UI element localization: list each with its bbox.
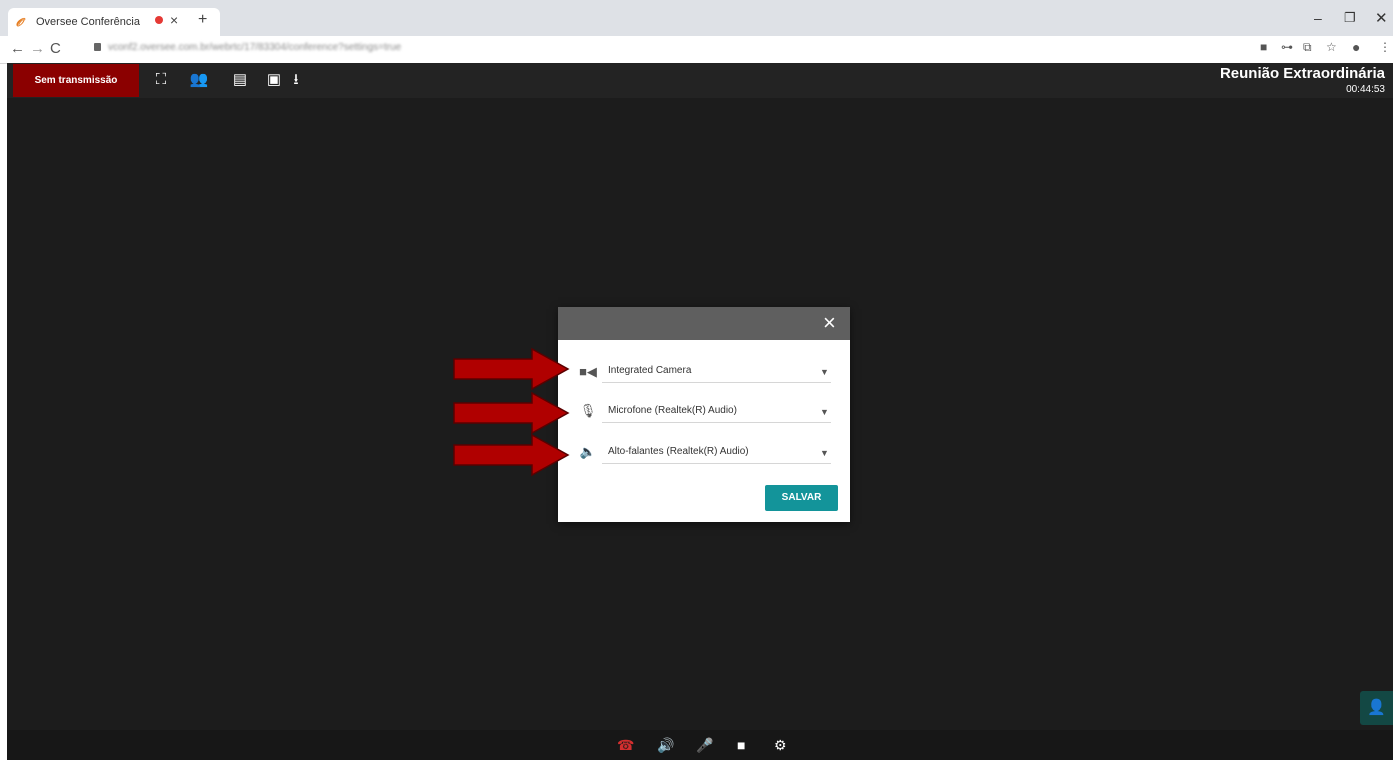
key-icon[interactable]: ⊶ xyxy=(1281,40,1293,54)
participants-icon[interactable]: 👥 xyxy=(187,68,211,92)
tab-title: Oversee Conferência xyxy=(36,16,140,28)
chevron-down-icon[interactable]: ▼ xyxy=(820,448,829,458)
reload-icon[interactable]: C xyxy=(50,40,61,57)
dialog-close-icon[interactable]: × xyxy=(823,310,836,336)
menu-icon[interactable]: ⋮ xyxy=(1379,40,1391,54)
chat-icon[interactable]: ▤ xyxy=(228,68,252,92)
forward-arrow-icon[interactable]: → xyxy=(30,40,45,57)
back-arrow-icon[interactable]: ← xyxy=(10,40,25,57)
meeting-timer: 00:44:53 xyxy=(1346,84,1385,95)
annotation-arrow-microphone xyxy=(453,391,570,435)
microphone-icon: 🎙 xyxy=(579,403,597,418)
dialog-header xyxy=(558,307,850,340)
add-participant-button[interactable]: 👤 xyxy=(1360,691,1393,725)
new-tab-button[interactable]: + xyxy=(198,11,207,29)
microphone-select-value: Microfone (Realtek(R) Audio) xyxy=(608,405,737,416)
camera-select-value: Integrated Camera xyxy=(608,365,692,376)
profile-icon[interactable]: ● xyxy=(1352,39,1360,55)
oversee-logo-icon: 𝓞 xyxy=(16,17,23,29)
present-screen-icon[interactable]: ▣ xyxy=(262,68,286,92)
download-icon[interactable]: ⭳ xyxy=(284,68,308,92)
speaker-icon[interactable]: 🔊 xyxy=(657,737,674,754)
lock-icon xyxy=(94,43,101,51)
conference-toolbar xyxy=(7,63,1393,98)
camera-extension-icon[interactable]: ■ xyxy=(1260,40,1267,54)
camera-icon[interactable]: ■ xyxy=(737,737,745,753)
translate-icon[interactable]: ⧉ xyxy=(1303,40,1312,55)
tab-close-icon[interactable]: × xyxy=(170,12,178,28)
url-text[interactable]: vconf2.oversee.com.br/webrtc/17/83304/co… xyxy=(108,42,401,53)
window-minimize-button[interactable]: – xyxy=(1314,10,1322,26)
annotation-arrows xyxy=(453,347,570,477)
speaker-icon: 🔈 xyxy=(579,444,597,459)
hangup-icon[interactable]: ☎ xyxy=(617,737,634,754)
speaker-select-value: Alto-falantes (Realtek(R) Audio) xyxy=(608,446,749,457)
chevron-down-icon[interactable]: ▼ xyxy=(820,407,829,417)
window-restore-button[interactable]: ❐ xyxy=(1344,10,1356,26)
video-camera-icon: ■◀ xyxy=(579,364,597,379)
chevron-down-icon[interactable]: ▼ xyxy=(820,367,829,377)
window-close-button[interactable]: ✕ xyxy=(1375,9,1388,27)
microphone-icon[interactable]: 🎤 xyxy=(696,737,713,754)
stream-status-button[interactable]: Sem transmissão xyxy=(13,64,139,97)
annotation-arrow-speaker xyxy=(453,433,570,477)
recording-indicator-icon xyxy=(155,16,163,24)
annotation-arrow-camera xyxy=(453,347,570,391)
save-button[interactable]: SALVAR xyxy=(765,485,838,511)
fullscreen-icon[interactable]: ⛶ xyxy=(149,68,173,92)
settings-gear-icon[interactable]: ⚙ xyxy=(774,737,787,754)
star-icon[interactable]: ☆ xyxy=(1326,40,1337,54)
meeting-title: Reunião Extraordinária xyxy=(1219,65,1385,82)
